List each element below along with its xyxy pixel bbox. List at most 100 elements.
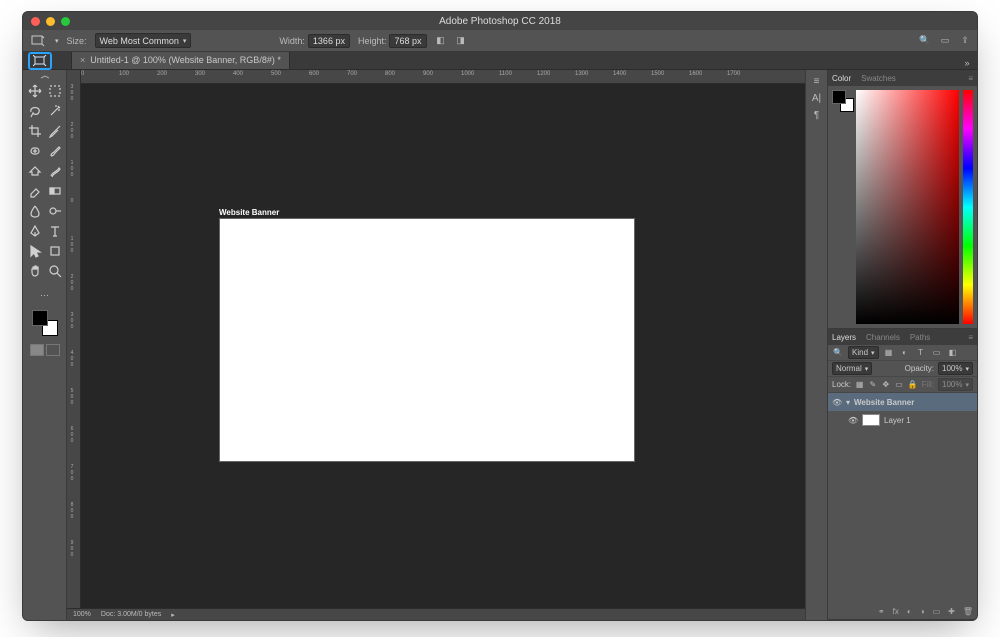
current-tool-icon[interactable] — [29, 33, 47, 49]
chevron-down-icon[interactable]: ▾ — [846, 398, 850, 407]
width-field[interactable]: 1366 px — [308, 34, 350, 48]
panel-color-swatches[interactable] — [832, 90, 854, 112]
hue-slider[interactable] — [963, 90, 973, 324]
close-tab-icon[interactable]: × — [80, 55, 85, 65]
filter-adjust-icon[interactable]: ◐ — [899, 347, 911, 359]
character-panel-icon[interactable]: A| — [812, 93, 821, 104]
eraser-tool[interactable] — [26, 182, 44, 200]
status-bar: 100% Doc: 3.00M/0 bytes ▸ — [67, 608, 805, 620]
artboard-tool-highlight[interactable] — [29, 53, 51, 69]
visibility-icon[interactable]: 👁 — [832, 398, 842, 407]
shape-tool[interactable] — [46, 242, 64, 260]
panel-menu-icon[interactable]: ≡ — [968, 333, 973, 342]
lasso-tool[interactable] — [26, 102, 44, 120]
edit-toolbar-icon[interactable]: ⋯ — [36, 286, 54, 304]
filter-shape-icon[interactable]: ▭ — [931, 347, 943, 359]
dodge-tool[interactable] — [46, 202, 64, 220]
move-tool[interactable] — [26, 82, 44, 100]
clone-stamp-tool[interactable] — [26, 162, 44, 180]
hand-tool[interactable] — [26, 262, 44, 280]
brush-tool[interactable] — [46, 142, 64, 160]
color-field[interactable] — [856, 90, 959, 324]
tab-channels[interactable]: Channels — [866, 333, 900, 342]
crop-tool[interactable] — [26, 122, 44, 140]
search-icon[interactable]: 🔍 — [919, 35, 931, 47]
layer-kind-select[interactable]: Kind▾ — [848, 346, 879, 359]
artboard-surface[interactable] — [219, 218, 635, 462]
canvas-viewport[interactable]: Website Banner — [81, 84, 805, 608]
layer-mask-icon[interactable]: ◐ — [907, 607, 912, 616]
layer-name: Layer 1 — [884, 416, 911, 425]
height-field[interactable]: 768 px — [389, 34, 426, 48]
ruler-vertical[interactable]: 3002001000100200300400500600700800900 — [67, 84, 81, 608]
artboard-title[interactable]: Website Banner — [219, 208, 279, 217]
filter-type-icon[interactable]: T — [915, 347, 927, 359]
ruler-tick: 1600 — [689, 71, 702, 77]
marquee-tool[interactable] — [46, 82, 64, 100]
ruler-tick: 800 — [385, 71, 395, 77]
ruler-horizontal[interactable]: 0100200300400500600700800900100011001200… — [67, 70, 805, 84]
layer-group-name: Website Banner — [854, 398, 914, 407]
tab-swatches[interactable]: Swatches — [861, 74, 896, 83]
color-swatches[interactable] — [32, 310, 58, 336]
type-tool[interactable] — [46, 222, 64, 240]
visibility-icon[interactable]: 👁 — [848, 416, 858, 425]
eyedropper-tool[interactable] — [46, 122, 64, 140]
orientation-icon[interactable]: ◧ — [435, 35, 447, 47]
ruler-tick: 0 — [69, 198, 75, 204]
artboard-preset-select[interactable]: Web Most Common ▾ — [95, 33, 192, 48]
ruler-tick: 1000 — [461, 71, 474, 77]
layer-row[interactable]: 👁 Layer 1 — [828, 411, 977, 429]
link-layers-icon[interactable]: ⚭ — [878, 607, 885, 616]
tab-layers[interactable]: Layers — [832, 333, 856, 342]
tool-preset-chevron-icon[interactable]: ▾ — [55, 37, 59, 45]
adjustment-layer-icon[interactable]: ◑ — [920, 607, 925, 616]
lock-pixels-icon[interactable]: ✎ — [868, 379, 877, 390]
paragraph-panel-icon[interactable]: ¶ — [814, 110, 819, 121]
new-layer-icon[interactable]: ✚ — [948, 607, 955, 616]
magic-wand-tool[interactable] — [46, 102, 64, 120]
fill-field[interactable]: 100%▾ — [938, 378, 973, 391]
new-group-icon[interactable]: ▭ — [933, 607, 941, 616]
zoom-tool[interactable] — [46, 262, 64, 280]
foreground-color-swatch[interactable] — [32, 310, 48, 326]
ruler-tick: 100 — [69, 236, 75, 254]
document-tab[interactable]: × Untitled-1 @ 100% (Website Banner, RGB… — [71, 51, 290, 69]
collapse-panels-icon[interactable]: » — [961, 57, 973, 69]
lock-position-icon[interactable]: ✥ — [881, 379, 890, 390]
zoom-level[interactable]: 100% — [73, 611, 91, 618]
statusbar-menu-icon[interactable]: ▸ — [171, 611, 175, 619]
blend-mode-select[interactable]: Normal▾ — [832, 362, 872, 375]
properties-panel-icon[interactable]: ≡ — [814, 76, 820, 87]
blur-tool[interactable] — [26, 202, 44, 220]
lock-transparent-icon[interactable]: ▦ — [855, 379, 864, 390]
standard-mode-icon[interactable] — [30, 344, 44, 356]
path-selection-tool[interactable] — [26, 242, 44, 260]
opacity-field[interactable]: 100%▾ — [938, 362, 973, 375]
height-label: Height: — [358, 36, 387, 46]
history-brush-tool[interactable] — [46, 162, 64, 180]
filter-icon[interactable]: 🔍 — [832, 347, 844, 359]
ruler-origin[interactable] — [67, 70, 81, 84]
panel-menu-icon[interactable]: ≡ — [968, 74, 973, 83]
lock-all-icon[interactable]: 🔒 — [908, 379, 918, 390]
filter-pixel-icon[interactable]: ▦ — [883, 347, 895, 359]
layer-group-row[interactable]: 👁 ▾ Website Banner — [828, 393, 977, 411]
layer-fx-icon[interactable]: fx — [893, 607, 899, 616]
tab-color[interactable]: Color — [832, 74, 851, 83]
healing-brush-tool[interactable] — [26, 142, 44, 160]
gradient-tool[interactable] — [46, 182, 64, 200]
panel-fg-swatch[interactable] — [832, 90, 846, 104]
doc-info[interactable]: Doc: 3.00M/0 bytes — [101, 611, 161, 618]
lock-artboard-icon[interactable]: ▭ — [894, 379, 903, 390]
pen-tool[interactable] — [26, 222, 44, 240]
filter-smart-icon[interactable]: ◧ — [947, 347, 959, 359]
orientation-icon[interactable]: ◨ — [455, 35, 467, 47]
share-icon[interactable]: ⇪ — [959, 35, 971, 47]
panels-icon[interactable]: ▭ — [939, 35, 951, 47]
tab-paths[interactable]: Paths — [910, 333, 930, 342]
delete-layer-icon[interactable]: 🗑 — [963, 607, 973, 616]
tools-collapse-handle-icon[interactable] — [23, 74, 67, 82]
layer-thumbnail-icon[interactable] — [862, 414, 880, 426]
quickmask-mode-icon[interactable] — [46, 344, 60, 356]
